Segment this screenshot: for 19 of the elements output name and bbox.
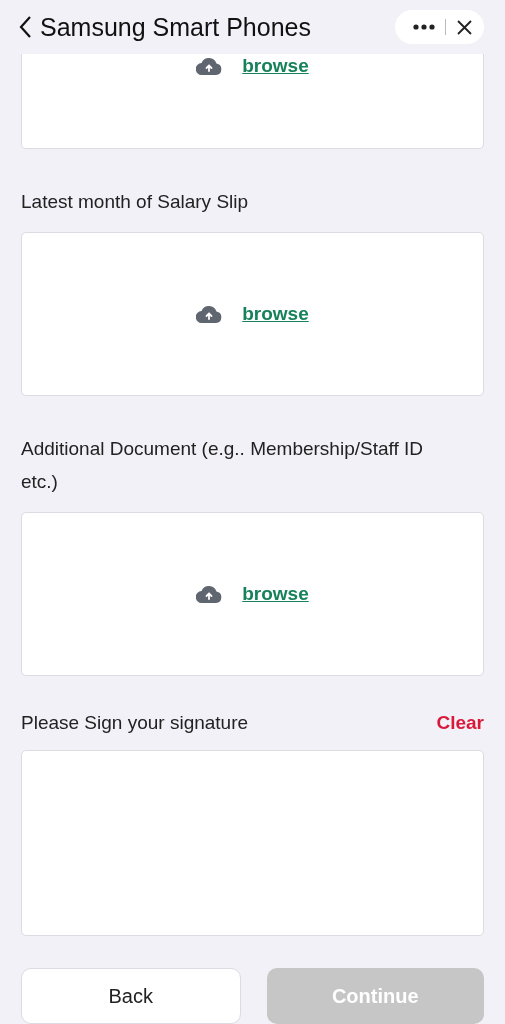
upload-area[interactable]: browse <box>21 54 484 149</box>
close-icon[interactable] <box>457 19 472 35</box>
back-button[interactable]: Back <box>21 968 241 1024</box>
page-title: Samsung Smart Phones <box>40 12 312 42</box>
field-label: Please Sign your signature <box>21 712 249 734</box>
browse-link[interactable]: browse <box>242 583 309 605</box>
cloud-upload-icon <box>196 585 223 603</box>
upload-area[interactable]: browse <box>21 232 484 396</box>
field-label: Additional Document (e.g.. Membership/Staff ID etc.) <box>21 437 424 494</box>
browse-link[interactable]: browse <box>242 303 309 325</box>
browse-link[interactable]: browse <box>242 55 309 77</box>
cloud-upload-icon <box>196 305 223 323</box>
upload-area[interactable]: browse <box>21 512 484 676</box>
field-label: Latest month of Salary Slip <box>21 190 250 214</box>
divider-icon <box>445 19 447 35</box>
back-icon[interactable] <box>18 15 32 39</box>
clear-button[interactable]: Clear <box>436 712 484 734</box>
more-icon[interactable] <box>413 24 435 30</box>
cloud-upload-icon <box>196 57 223 75</box>
